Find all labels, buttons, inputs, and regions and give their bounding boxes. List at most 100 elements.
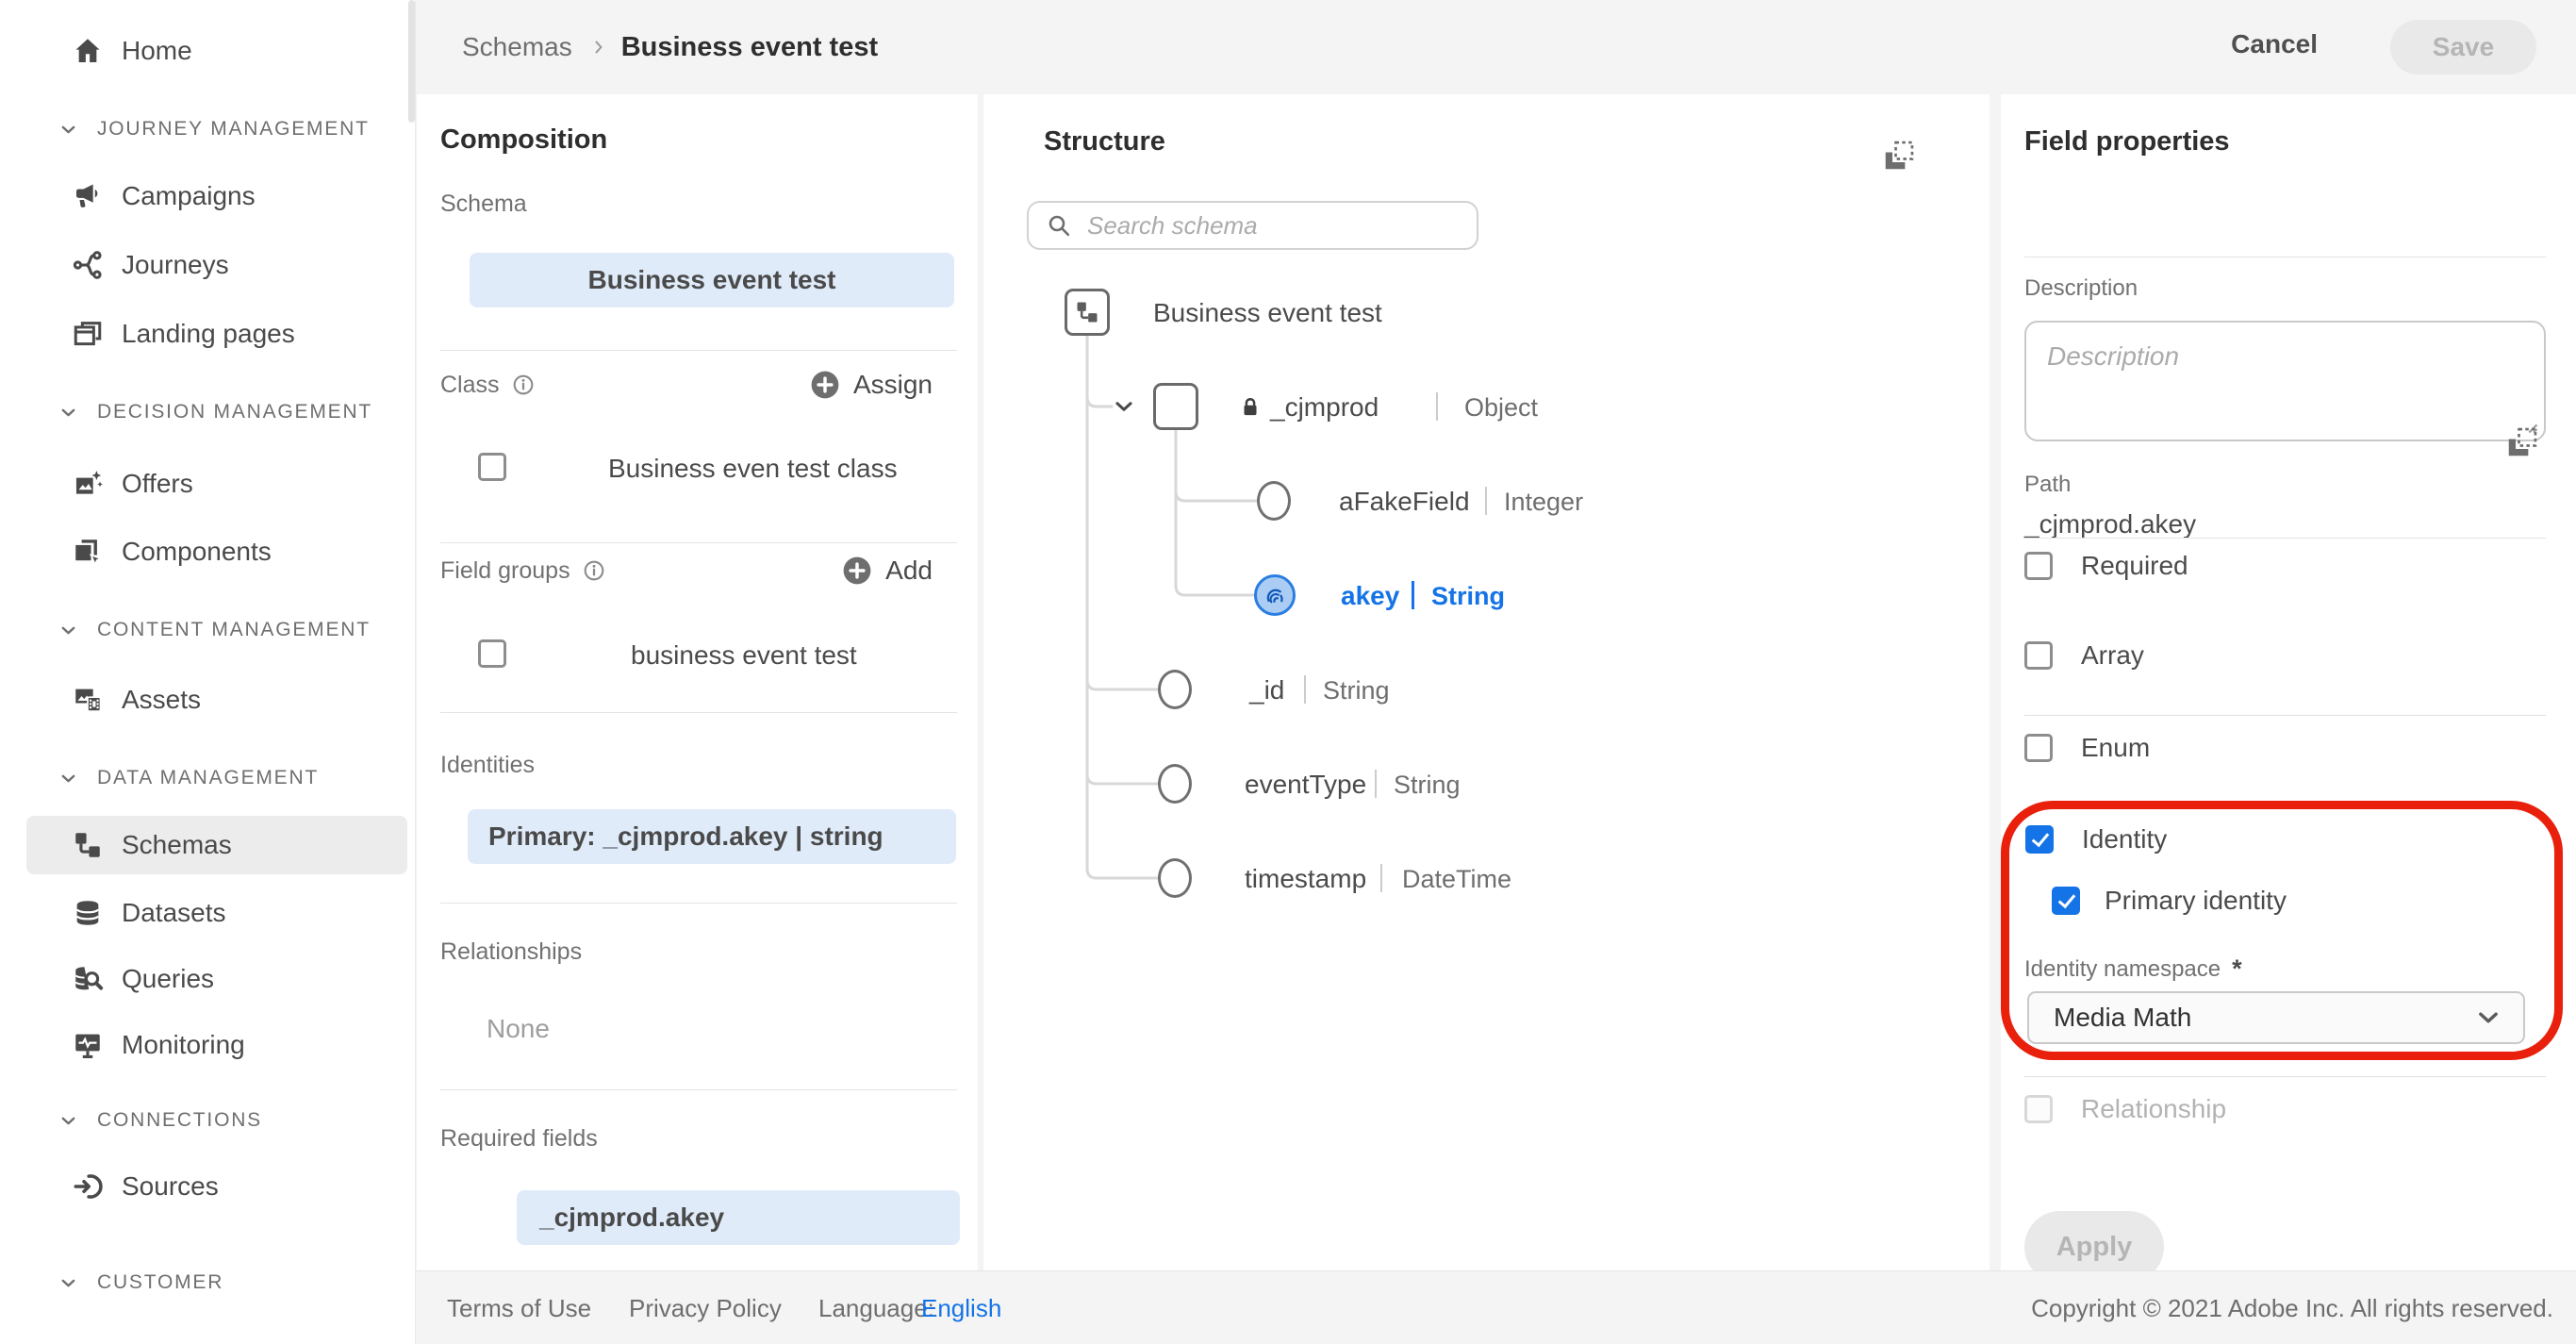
field-properties-title: Field properties xyxy=(2024,126,2230,158)
divider xyxy=(2024,1076,2546,1077)
field-group-name[interactable]: business event test xyxy=(631,640,857,671)
sidebar-item-schemas[interactable]: Schemas xyxy=(26,816,407,874)
identity-chip[interactable]: Primary: _cjmprod.akey | string xyxy=(468,809,956,864)
schema-root-icon[interactable] xyxy=(1065,289,1110,336)
field-group-checkbox[interactable] xyxy=(478,639,506,668)
megaphone-icon xyxy=(72,180,104,212)
identity-namespace-value: Media Math xyxy=(2054,1003,2191,1033)
sidebar-item-home[interactable]: Home xyxy=(0,18,416,84)
required-checkbox[interactable] xyxy=(2024,552,2053,580)
primary-identity-row: Primary identity xyxy=(2052,887,2287,915)
sidebar-item-label: Journeys xyxy=(122,250,229,280)
sidebar-item-components[interactable]: Components xyxy=(0,519,416,585)
sidebar-item-assets[interactable]: Assets xyxy=(0,667,416,733)
sidebar-item-segments[interactable]: Segments xyxy=(0,1327,416,1344)
field-group-row xyxy=(478,639,506,668)
add-field-group-button[interactable]: Add xyxy=(840,554,933,588)
sidebar-item-journeys[interactable]: Journeys xyxy=(0,232,416,298)
sidebar-scrollbar-thumb[interactable] xyxy=(408,0,415,123)
field-node-icon[interactable] xyxy=(1158,764,1192,804)
sidebar-item-landing-pages[interactable]: Landing pages xyxy=(0,301,416,367)
tree-node-type: Object xyxy=(1464,393,1538,423)
sidebar-item-label: Datasets xyxy=(122,898,226,928)
sidebar-item-campaigns[interactable]: Campaigns xyxy=(0,163,416,229)
sidebar-section-content-management[interactable]: CONTENT MANAGEMENT xyxy=(0,597,416,663)
class-checkbox[interactable] xyxy=(478,453,506,481)
tree-node-type-selected: String xyxy=(1431,582,1505,611)
tree-connectors xyxy=(983,94,1990,1270)
name-type-separator xyxy=(1436,392,1438,421)
sidebar-item-monitoring[interactable]: Monitoring xyxy=(0,1012,416,1078)
field-node-icon[interactable] xyxy=(1257,481,1291,521)
class-row xyxy=(478,453,506,481)
primary-identity-checkbox[interactable] xyxy=(2052,887,2080,915)
identity-namespace-select[interactable]: Media Math xyxy=(2027,991,2525,1044)
path-label: Path xyxy=(2024,472,2071,498)
sidebar-section-decision-management[interactable]: DECISION MANAGEMENT xyxy=(0,379,416,445)
enum-row: Enum xyxy=(2024,734,2150,762)
sidebar-item-offers[interactable]: Offers xyxy=(0,451,416,517)
sidebar-item-queries[interactable]: Queries xyxy=(0,946,416,1012)
terms-of-use-link[interactable]: Terms of Use xyxy=(447,1294,591,1323)
tree-node-name[interactable]: aFakeField xyxy=(1339,487,1470,517)
object-node-icon[interactable] xyxy=(1153,383,1198,430)
fingerprint-icon xyxy=(1261,581,1289,609)
tree-node-name[interactable]: eventType xyxy=(1245,770,1366,800)
language-value-link[interactable]: English xyxy=(921,1294,1001,1323)
sidebar-section-connections[interactable]: CONNECTIONS xyxy=(0,1087,416,1153)
tree-node-name-selected[interactable]: akey xyxy=(1341,581,1399,611)
description-textarea[interactable] xyxy=(2024,321,2546,441)
schemas-icon xyxy=(72,829,104,861)
array-checkbox[interactable] xyxy=(2024,641,2053,670)
required-label: Required xyxy=(2081,552,2188,580)
field-node-icon[interactable] xyxy=(1158,858,1192,898)
enum-checkbox[interactable] xyxy=(2024,734,2053,762)
save-button[interactable]: Save xyxy=(2390,20,2536,75)
cancel-button[interactable]: Cancel xyxy=(2225,28,2323,60)
info-icon[interactable] xyxy=(582,558,606,583)
sidebar-section-label: JOURNEY MANAGEMENT xyxy=(97,118,370,141)
info-icon[interactable] xyxy=(511,373,536,397)
divider xyxy=(2024,715,2546,716)
sidebar-item-label: Schemas xyxy=(122,830,232,860)
identity-row: Identity xyxy=(2025,825,2167,854)
sidebar-item-datasets[interactable]: Datasets xyxy=(0,880,416,946)
identity-label: Identity xyxy=(2082,825,2167,854)
offers-icon xyxy=(72,468,104,500)
tree-expand-chevron-icon[interactable] xyxy=(1112,394,1136,419)
sidebar-item-label: Landing pages xyxy=(122,319,295,349)
identity-field-node-icon[interactable] xyxy=(1254,574,1296,616)
sidebar-item-label: Components xyxy=(122,537,272,567)
relationships-label: Relationships xyxy=(440,938,582,966)
tree-node-name[interactable]: timestamp xyxy=(1245,864,1366,894)
sidebar-item-label: Sources xyxy=(122,1171,219,1202)
assign-label: Assign xyxy=(853,370,933,400)
sidebar-section-label: CONNECTIONS xyxy=(97,1109,262,1132)
breadcrumb-schemas-link[interactable]: Schemas xyxy=(462,32,572,62)
sidebar-item-sources[interactable]: Sources xyxy=(0,1153,416,1220)
apply-button[interactable]: Apply xyxy=(2024,1211,2164,1270)
class-name[interactable]: Business even test class xyxy=(608,454,898,484)
chevron-down-icon xyxy=(58,769,78,788)
sidebar-section-data-management[interactable]: DATA MANAGEMENT xyxy=(0,745,416,811)
sidebar-section-customer[interactable]: CUSTOMER xyxy=(0,1250,416,1316)
divider xyxy=(440,350,957,351)
chevron-down-icon xyxy=(58,1111,78,1131)
divider xyxy=(2024,538,2546,539)
assign-class-button[interactable]: Assign xyxy=(808,368,933,402)
relationship-checkbox[interactable] xyxy=(2024,1095,2053,1123)
tree-node-name[interactable]: _cjmprod xyxy=(1270,392,1379,423)
chevron-right-icon xyxy=(589,38,608,57)
copy-path-icon[interactable] xyxy=(2504,424,2540,460)
tree-node-name[interactable]: _id xyxy=(1249,675,1284,705)
privacy-policy-link[interactable]: Privacy Policy xyxy=(629,1294,782,1323)
tree-node-type: String xyxy=(1394,771,1461,800)
required-field-chip[interactable]: _cjmprod.akey xyxy=(517,1190,960,1245)
sidebar-section-journey-management[interactable]: JOURNEY MANAGEMENT xyxy=(0,96,416,162)
schema-chip[interactable]: Business event test xyxy=(470,253,954,307)
chevron-down-icon xyxy=(58,403,78,423)
name-type-separator xyxy=(1380,864,1382,892)
identity-checkbox[interactable] xyxy=(2025,825,2054,854)
tree-root-label[interactable]: Business event test xyxy=(1153,298,1382,328)
field-node-icon[interactable] xyxy=(1158,670,1192,709)
